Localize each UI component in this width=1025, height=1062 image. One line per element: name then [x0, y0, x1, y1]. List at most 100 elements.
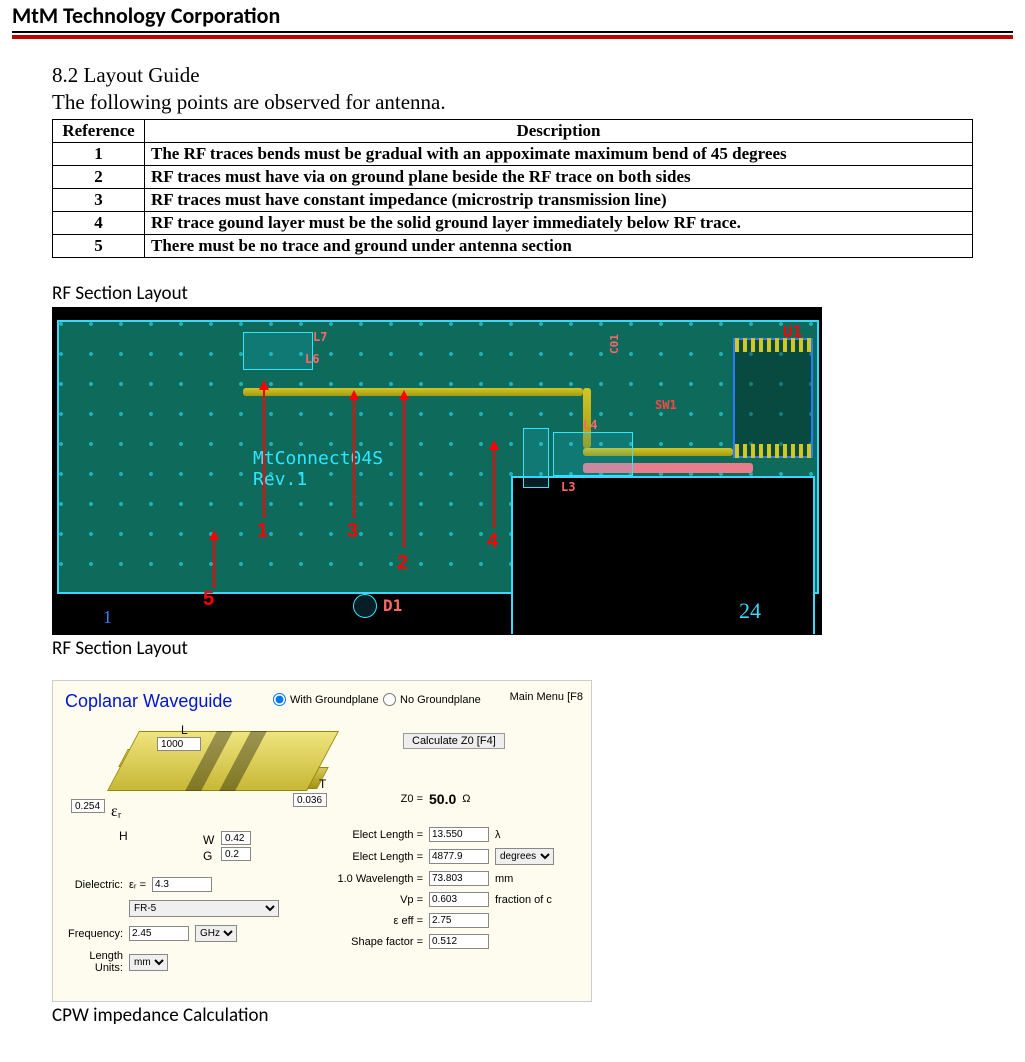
refdes-l4: L4 — [583, 418, 597, 432]
desc-cell: The RF traces bends must be gradual with… — [145, 143, 973, 166]
cpw-output-panel: Z0 = 50.0 Ω Elect Length = λ Elect Lengt… — [323, 791, 554, 955]
refdes-sw1: SW1 — [655, 398, 677, 412]
desc-cell: RF trace gound layer must be the solid g… — [145, 212, 973, 235]
corner-label-1: 1 — [103, 607, 112, 628]
ic-outline — [733, 338, 813, 458]
elec-len-deg-unit-select[interactable]: degrees — [495, 848, 554, 865]
vp-input[interactable] — [429, 892, 489, 907]
rf-trace — [243, 388, 583, 396]
cpw-cross-section-diagram — [123, 731, 323, 831]
table-row: 4 RF trace gound layer must be the solid… — [53, 212, 973, 235]
calculate-button[interactable]: Calculate Z0 [F4] — [403, 733, 505, 749]
caption-rf2: RF Section Layout — [52, 637, 973, 660]
col-description: Description — [145, 120, 973, 143]
caption-rf1: RF Section Layout — [52, 282, 973, 305]
company-header: MtM Technology Corporation — [12, 0, 1013, 33]
table-row: 3 RF traces must have constant impedance… — [53, 189, 973, 212]
refdes-l6: L6 — [305, 352, 319, 366]
dielectric-label: Dielectric: — [63, 879, 123, 891]
length-units-label: Length Units: — [63, 950, 123, 974]
component-outline — [243, 332, 313, 370]
callout-number: 3 — [347, 520, 358, 543]
elec-len-lambda-input[interactable] — [429, 827, 489, 842]
wavelength-label: 1.0 Wavelength = — [323, 873, 423, 885]
desc-cell: There must be no trace and ground under … — [145, 235, 973, 258]
frequency-input[interactable] — [129, 926, 189, 941]
dim-T-label: T — [319, 777, 326, 791]
dim-G-value[interactable]: 0.2 — [221, 847, 251, 861]
antenna-keepout — [513, 478, 813, 635]
desc-cell: RF traces must have constant impedance (… — [145, 189, 973, 212]
main-menu-label: Main Menu [F8 — [510, 691, 583, 703]
col-reference: Reference — [53, 120, 145, 143]
dim-L-value[interactable]: 1000 — [157, 737, 201, 751]
callout-number: 2 — [397, 552, 408, 575]
ref-cell: 1 — [53, 143, 145, 166]
dim-T-value[interactable]: 0.036 — [293, 793, 327, 807]
cpw-calculator-figure: Coplanar Waveguide Main Menu [F8 With Gr… — [52, 680, 592, 1002]
ref-cell: 3 — [53, 189, 145, 212]
section-number: 8.2 Layout Guide — [52, 63, 973, 88]
board-rev: Rev.1 — [253, 469, 383, 490]
refdes-l3: L3 — [561, 480, 575, 494]
z0-label: Z0 = — [323, 793, 423, 805]
elec-len-deg-input[interactable] — [429, 849, 489, 864]
ref-cell: 4 — [53, 212, 145, 235]
refdes-c01: C01 — [608, 334, 621, 354]
corner-label-24: 24 — [739, 598, 761, 624]
callout-arrow — [263, 388, 265, 518]
radio-input[interactable] — [383, 693, 396, 706]
callout-number: 5 — [203, 588, 214, 611]
reference-table: Reference Description 1 The RF traces be… — [52, 119, 973, 258]
vp-label: Vp = — [323, 894, 423, 906]
material-select[interactable]: FR-5 — [129, 900, 279, 917]
shape-factor-input[interactable] — [429, 934, 489, 949]
dim-W-value[interactable]: 0.42 — [221, 831, 251, 845]
caption-cpw: CPW impedance Calculation — [52, 1004, 973, 1027]
radio-no-groundplane[interactable]: No Groundplane — [383, 693, 481, 706]
dim-L-label: L — [181, 723, 188, 737]
radio-label: With Groundplane — [290, 694, 379, 706]
refdes-d1: D1 — [383, 596, 402, 615]
radio-label: No Groundplane — [400, 694, 481, 706]
cpw-input-panel: Dielectric: εᵣ = FR-5 Frequency: GHz — [63, 877, 279, 982]
shape-factor-label: Shape factor = — [323, 936, 423, 948]
section-intro: The following points are observed for an… — [52, 90, 973, 115]
ic-pins — [735, 444, 811, 458]
wavelength-unit: mm — [495, 873, 513, 885]
wavelength-input[interactable] — [429, 871, 489, 886]
ref-cell: 2 — [53, 166, 145, 189]
elec-len-deg-label: Elect Length = — [323, 851, 423, 863]
component-outline — [553, 432, 633, 476]
epsr-symbol: εᵣ — [111, 803, 121, 821]
dim-H-label: H — [119, 829, 128, 843]
callout-arrow — [353, 398, 355, 518]
frequency-label: Frequency: — [63, 928, 123, 940]
callout-arrow — [403, 398, 405, 548]
component-outline — [353, 594, 377, 618]
epsr-input[interactable] — [152, 877, 212, 892]
table-row: 5 There must be no trace and ground unde… — [53, 235, 973, 258]
z0-value: 50.0 — [429, 791, 456, 807]
board-name: MtConnect04S — [253, 448, 383, 469]
dim-W-label: W — [203, 833, 214, 847]
desc-cell: RF traces must have via on ground plane … — [145, 166, 973, 189]
callout-arrow — [213, 538, 215, 588]
dim-H-value[interactable]: 0.254 — [71, 799, 105, 813]
cpw-title: Coplanar Waveguide — [65, 691, 232, 712]
component-outline — [523, 428, 549, 488]
vp-unit: fraction of c — [495, 894, 552, 906]
refdes-l7: L7 — [313, 330, 327, 344]
table-row: 2 RF traces must have via on ground plan… — [53, 166, 973, 189]
radio-input[interactable] — [273, 693, 286, 706]
ref-cell: 5 — [53, 235, 145, 258]
length-unit-select[interactable]: mm — [129, 954, 168, 971]
callout-arrow — [493, 448, 495, 528]
callout-number: 1 — [257, 520, 268, 543]
pcb-layout-figure: MtConnect04S Rev.1 U1 SW1 D1 L7 L6 L4 L3… — [52, 307, 822, 635]
radio-with-groundplane[interactable]: With Groundplane — [273, 693, 379, 706]
frequency-unit-select[interactable]: GHz — [195, 925, 237, 942]
eeff-input[interactable] — [429, 913, 489, 928]
elec-len-label: Elect Length = — [323, 829, 423, 841]
dim-G-label: G — [203, 849, 212, 863]
